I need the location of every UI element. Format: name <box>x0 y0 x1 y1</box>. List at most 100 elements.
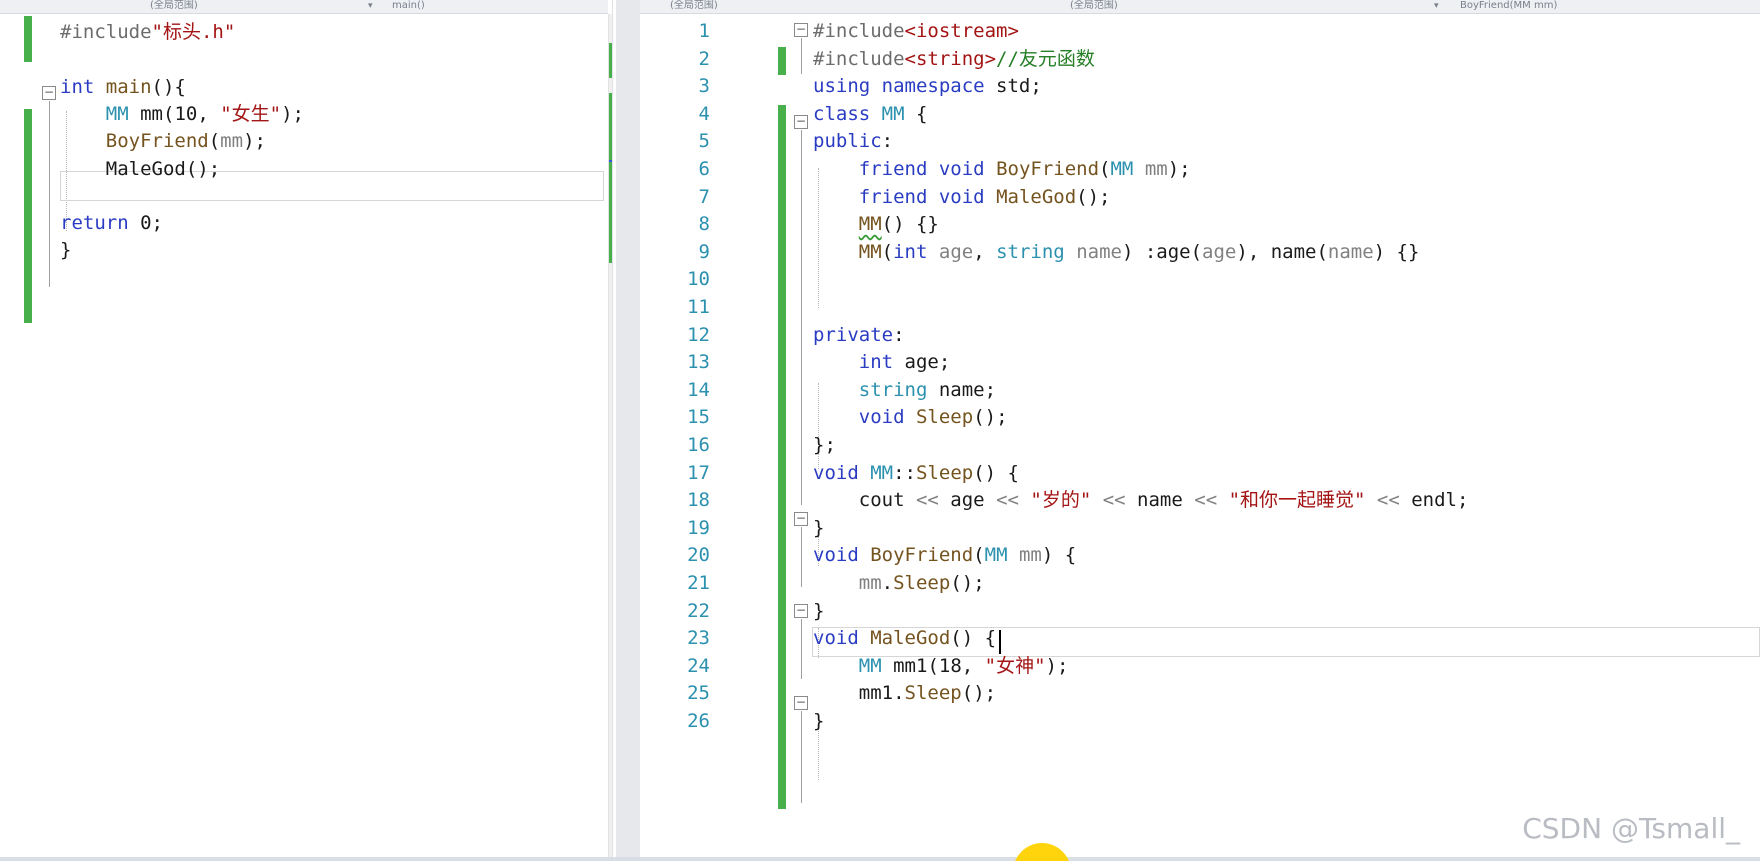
code-line[interactable]: } <box>60 235 71 265</box>
line-number: 20 <box>687 544 710 567</box>
code-line[interactable]: MM(int age, string name) :age(age), name… <box>813 237 1420 267</box>
code-token: ); <box>1045 654 1069 677</box>
pane-splitter[interactable] <box>612 0 640 861</box>
code-token: void <box>938 158 985 180</box>
code-token: name <box>1076 240 1122 263</box>
code-token: () {} <box>881 213 939 236</box>
left-scope-dropdown[interactable]: (全局范围) <box>150 0 260 13</box>
code-token: mm <box>140 102 163 125</box>
right-function-dropdown[interactable]: BoyFriend(MM mm) <box>1460 0 1660 13</box>
line-number: 5 <box>698 130 710 153</box>
code-line[interactable]: MM() {} <box>813 209 939 239</box>
code-token: ( <box>208 130 221 153</box>
line-number: 4 <box>698 102 710 125</box>
code-line[interactable]: } <box>813 706 824 736</box>
left-editor-pane[interactable]: (全局范围) ▾ main() − #include"标头.h" int main… <box>0 0 633 861</box>
code-token: BoyFriend <box>996 158 1100 180</box>
left-function-dropdown[interactable]: main() <box>392 0 472 13</box>
code-token: return <box>60 212 129 235</box>
code-token: "和你一起睡觉" <box>1228 489 1366 512</box>
code-line[interactable]: public: <box>813 126 893 156</box>
code-line[interactable]: cout << age << "岁的" << name << "和你一起睡觉" … <box>813 485 1469 515</box>
code-line[interactable]: }; <box>813 430 836 460</box>
code-token: { <box>904 102 928 125</box>
code-token: . <box>881 572 894 594</box>
code-line[interactable]: class MM { <box>813 99 927 129</box>
code-token: << <box>984 489 1031 512</box>
fold-toggle-icon[interactable]: − <box>794 23 808 37</box>
code-token: MM <box>858 240 882 263</box>
code-token: () { <box>973 461 1019 484</box>
code-token: "女神" <box>984 654 1046 677</box>
fold-toggle-icon[interactable]: − <box>794 115 808 129</box>
code-token: void <box>813 544 859 567</box>
code-line[interactable]: void MaleGod() { <box>813 623 996 653</box>
line-number: 9 <box>698 240 710 263</box>
fold-toggle-icon[interactable]: − <box>794 512 808 526</box>
code-line[interactable]: } <box>813 596 824 626</box>
code-line[interactable]: private: <box>813 320 905 350</box>
code-line[interactable]: #include"标头.h" <box>60 17 235 47</box>
code-line[interactable]: friend void MaleGod(); <box>813 182 1111 212</box>
code-token: mm <box>858 572 882 594</box>
line-number: 22 <box>687 599 710 622</box>
code-line[interactable]: void MM::Sleep() { <box>813 458 1019 488</box>
right-scope-dropdown[interactable]: (全局范围) <box>1070 0 1180 13</box>
code-token: MM <box>858 654 882 677</box>
fold-toggle-icon[interactable]: − <box>794 696 808 710</box>
code-token: main <box>105 75 152 98</box>
text-caret <box>999 630 1001 654</box>
bottom-border <box>0 857 1760 861</box>
code-line[interactable]: } <box>813 513 824 543</box>
chevron-down-icon[interactable]: ▾ <box>1434 0 1443 13</box>
fold-toggle-icon[interactable]: − <box>42 86 56 100</box>
code-line[interactable]: #include<string>//友元函数 <box>813 44 1095 74</box>
line-number: 12 <box>687 323 710 346</box>
code-line[interactable]: string name; <box>813 375 996 405</box>
code-token: () { <box>950 627 997 650</box>
code-token: void <box>858 406 905 429</box>
code-line[interactable]: void Sleep(); <box>813 402 1008 432</box>
code-line[interactable]: return 0; <box>60 208 163 238</box>
code-token: , <box>973 240 997 263</box>
code-line[interactable]: mm1.Sleep(); <box>813 678 996 708</box>
outline-line <box>801 38 802 74</box>
code-token: age <box>950 489 985 512</box>
left-navigation-bar: (全局范围) ▾ main() <box>0 0 608 14</box>
code-line[interactable]: mm.Sleep(); <box>813 568 985 598</box>
code-line[interactable]: #include<iostream> <box>813 16 1019 46</box>
code-token: (); <box>973 406 1008 429</box>
code-line[interactable]: MM mm(10, "女生"); <box>60 99 304 129</box>
code-line[interactable]: MM mm1(18, "女神"); <box>813 651 1069 681</box>
code-line[interactable]: void BoyFriend(MM mm) { <box>813 540 1076 570</box>
code-token: MaleGod <box>996 185 1077 208</box>
code-token: . <box>893 682 905 705</box>
code-token: MM <box>1110 158 1134 180</box>
code-token: } <box>60 239 72 262</box>
code-line[interactable]: using namespace std; <box>813 71 1042 101</box>
line-number: 17 <box>687 461 710 484</box>
code-line[interactable]: MaleGod(); <box>60 154 220 184</box>
code-token: age; <box>893 351 951 374</box>
code-line[interactable]: friend void BoyFriend(MM mm); <box>813 154 1191 184</box>
code-token: "女生" <box>220 102 282 125</box>
chevron-down-icon[interactable]: ▾ <box>368 0 377 13</box>
right-project-dropdown[interactable]: (全局范围) <box>670 0 780 13</box>
code-token: endl; <box>1411 489 1469 512</box>
code-line[interactable]: int age; <box>813 347 951 377</box>
code-line[interactable]: int main(){ <box>60 72 186 102</box>
code-token: }; <box>813 434 836 456</box>
fold-toggle-icon[interactable]: − <box>794 604 808 618</box>
code-line[interactable]: BoyFriend(mm); <box>60 126 266 156</box>
code-token: string <box>996 240 1065 263</box>
right-editor-pane[interactable]: (全局范围) (全局范围) ▾ BoyFriend(MM mm) 1234567… <box>640 0 1760 861</box>
code-token: void <box>938 185 985 208</box>
